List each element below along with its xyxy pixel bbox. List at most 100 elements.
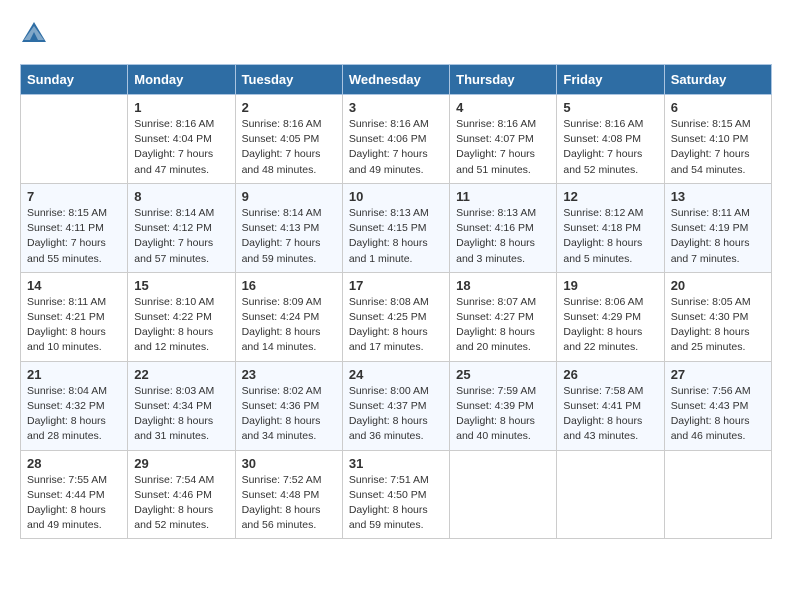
calendar-cell: 20 Sunrise: 8:05 AM Sunset: 4:30 PM Dayli…: [664, 272, 771, 361]
cell-content: Sunrise: 8:12 AM Sunset: 4:18 PM Dayligh…: [563, 206, 657, 267]
day-number: 20: [671, 278, 765, 293]
calendar-cell: 4Sunrise: 8:16 AM Sunset: 4:07 PM Daylig…: [450, 95, 557, 184]
day-header-thursday: Thursday: [450, 65, 557, 95]
day-number: 12: [563, 189, 657, 204]
cell-content: Sunrise: 7:52 AM Sunset: 4:48 PM Dayligh…: [242, 473, 336, 534]
cell-content: Sunrise: 8:14 AM Sunset: 4:13 PM Dayligh…: [242, 206, 336, 267]
day-number: 10: [349, 189, 443, 204]
day-number: 31: [349, 456, 443, 471]
calendar-cell: 28 Sunrise: 7:55 AM Sunset: 4:44 PM Dayli…: [21, 450, 128, 539]
cell-content: Sunrise: 8:16 AM Sunset: 4:06 PM Dayligh…: [349, 117, 443, 178]
cell-content: Sunrise: 8:05 AM Sunset: 4:30 PM Dayligh…: [671, 295, 765, 356]
cell-content: Sunrise: 7:51 AM Sunset: 4:50 PM Dayligh…: [349, 473, 443, 534]
day-header-sunday: Sunday: [21, 65, 128, 95]
cell-content: Sunrise: 8:16 AM Sunset: 4:08 PM Dayligh…: [563, 117, 657, 178]
calendar-cell: 17Sunrise: 8:08 AM Sunset: 4:25 PM Dayli…: [342, 272, 449, 361]
cell-content: Sunrise: 8:04 AM Sunset: 4:32 PM Dayligh…: [27, 384, 121, 445]
cell-content: Sunrise: 8:16 AM Sunset: 4:04 PM Dayligh…: [134, 117, 228, 178]
calendar-cell: 7 Sunrise: 8:15 AM Sunset: 4:11 PM Daylig…: [21, 183, 128, 272]
day-number: 24: [349, 367, 443, 382]
cell-content: Sunrise: 8:13 AM Sunset: 4:16 PM Dayligh…: [456, 206, 550, 267]
day-header-tuesday: Tuesday: [235, 65, 342, 95]
day-number: 13: [671, 189, 765, 204]
cell-content: Sunrise: 7:59 AM Sunset: 4:39 PM Dayligh…: [456, 384, 550, 445]
calendar-cell: 19 Sunrise: 8:06 AM Sunset: 4:29 PM Dayli…: [557, 272, 664, 361]
calendar-cell: 30 Sunrise: 7:52 AM Sunset: 4:48 PM Dayli…: [235, 450, 342, 539]
calendar-week-row: 1 Sunrise: 8:16 AM Sunset: 4:04 PM Daylig…: [21, 95, 772, 184]
calendar-cell: 31 Sunrise: 7:51 AM Sunset: 4:50 PM Dayli…: [342, 450, 449, 539]
day-number: 27: [671, 367, 765, 382]
day-number: 2: [242, 100, 336, 115]
cell-content: Sunrise: 7:56 AM Sunset: 4:43 PM Dayligh…: [671, 384, 765, 445]
day-number: 26: [563, 367, 657, 382]
calendar-cell: 2Sunrise: 8:16 AM Sunset: 4:05 PM Daylig…: [235, 95, 342, 184]
calendar-cell: [450, 450, 557, 539]
calendar-cell: 16 Sunrise: 8:09 AM Sunset: 4:24 PM Dayli…: [235, 272, 342, 361]
day-header-friday: Friday: [557, 65, 664, 95]
calendar-cell: 8Sunrise: 8:14 AM Sunset: 4:12 PM Daylig…: [128, 183, 235, 272]
day-number: 21: [27, 367, 121, 382]
calendar-cell: 13 Sunrise: 8:11 AM Sunset: 4:19 PM Dayli…: [664, 183, 771, 272]
cell-content: Sunrise: 8:15 AM Sunset: 4:11 PM Dayligh…: [27, 206, 121, 267]
calendar-cell: 10 Sunrise: 8:13 AM Sunset: 4:15 PM Dayli…: [342, 183, 449, 272]
cell-content: Sunrise: 8:07 AM Sunset: 4:27 PM Dayligh…: [456, 295, 550, 356]
day-number: 30: [242, 456, 336, 471]
calendar-cell: 15 Sunrise: 8:10 AM Sunset: 4:22 PM Dayli…: [128, 272, 235, 361]
calendar-cell: [557, 450, 664, 539]
day-number: 4: [456, 100, 550, 115]
calendar-cell: 26 Sunrise: 7:58 AM Sunset: 4:41 PM Dayli…: [557, 361, 664, 450]
day-number: 25: [456, 367, 550, 382]
calendar-cell: 12 Sunrise: 8:12 AM Sunset: 4:18 PM Dayli…: [557, 183, 664, 272]
calendar-cell: 18 Sunrise: 8:07 AM Sunset: 4:27 PM Dayli…: [450, 272, 557, 361]
day-number: 3: [349, 100, 443, 115]
cell-content: Sunrise: 8:14 AM Sunset: 4:12 PM Dayligh…: [134, 206, 228, 267]
day-number: 7: [27, 189, 121, 204]
day-number: 19: [563, 278, 657, 293]
day-number: 6: [671, 100, 765, 115]
calendar-cell: 21 Sunrise: 8:04 AM Sunset: 4:32 PM Dayli…: [21, 361, 128, 450]
calendar-cell: 9Sunrise: 8:14 AM Sunset: 4:13 PM Daylig…: [235, 183, 342, 272]
cell-content: Sunrise: 7:58 AM Sunset: 4:41 PM Dayligh…: [563, 384, 657, 445]
day-number: 1: [134, 100, 228, 115]
calendar-header-row: SundayMondayTuesdayWednesdayThursdayFrid…: [21, 65, 772, 95]
cell-content: Sunrise: 8:06 AM Sunset: 4:29 PM Dayligh…: [563, 295, 657, 356]
calendar-cell: 5Sunrise: 8:16 AM Sunset: 4:08 PM Daylig…: [557, 95, 664, 184]
calendar-week-row: 28 Sunrise: 7:55 AM Sunset: 4:44 PM Dayli…: [21, 450, 772, 539]
calendar-week-row: 21 Sunrise: 8:04 AM Sunset: 4:32 PM Dayli…: [21, 361, 772, 450]
day-number: 22: [134, 367, 228, 382]
logo-icon: [20, 20, 48, 48]
cell-content: Sunrise: 8:11 AM Sunset: 4:21 PM Dayligh…: [27, 295, 121, 356]
calendar-cell: 6 Sunrise: 8:15 AM Sunset: 4:10 PM Daylig…: [664, 95, 771, 184]
day-number: 28: [27, 456, 121, 471]
day-number: 15: [134, 278, 228, 293]
day-number: 16: [242, 278, 336, 293]
calendar-week-row: 14Sunrise: 8:11 AM Sunset: 4:21 PM Dayli…: [21, 272, 772, 361]
calendar-cell: 25 Sunrise: 7:59 AM Sunset: 4:39 PM Dayli…: [450, 361, 557, 450]
day-header-saturday: Saturday: [664, 65, 771, 95]
cell-content: Sunrise: 8:13 AM Sunset: 4:15 PM Dayligh…: [349, 206, 443, 267]
day-number: 17: [349, 278, 443, 293]
calendar-cell: 29 Sunrise: 7:54 AM Sunset: 4:46 PM Dayli…: [128, 450, 235, 539]
logo: [20, 20, 54, 48]
calendar-cell: 14Sunrise: 8:11 AM Sunset: 4:21 PM Dayli…: [21, 272, 128, 361]
header: [20, 20, 772, 48]
calendar-cell: 24 Sunrise: 8:00 AM Sunset: 4:37 PM Dayli…: [342, 361, 449, 450]
day-number: 29: [134, 456, 228, 471]
cell-content: Sunrise: 7:55 AM Sunset: 4:44 PM Dayligh…: [27, 473, 121, 534]
calendar-cell: 3 Sunrise: 8:16 AM Sunset: 4:06 PM Daylig…: [342, 95, 449, 184]
day-header-wednesday: Wednesday: [342, 65, 449, 95]
calendar-cell: 1 Sunrise: 8:16 AM Sunset: 4:04 PM Daylig…: [128, 95, 235, 184]
calendar-cell: 11 Sunrise: 8:13 AM Sunset: 4:16 PM Dayli…: [450, 183, 557, 272]
calendar-cell: [21, 95, 128, 184]
cell-content: Sunrise: 8:11 AM Sunset: 4:19 PM Dayligh…: [671, 206, 765, 267]
day-number: 18: [456, 278, 550, 293]
day-number: 11: [456, 189, 550, 204]
cell-content: Sunrise: 8:10 AM Sunset: 4:22 PM Dayligh…: [134, 295, 228, 356]
calendar-cell: 23Sunrise: 8:02 AM Sunset: 4:36 PM Dayli…: [235, 361, 342, 450]
cell-content: Sunrise: 8:09 AM Sunset: 4:24 PM Dayligh…: [242, 295, 336, 356]
cell-content: Sunrise: 8:15 AM Sunset: 4:10 PM Dayligh…: [671, 117, 765, 178]
cell-content: Sunrise: 8:00 AM Sunset: 4:37 PM Dayligh…: [349, 384, 443, 445]
cell-content: Sunrise: 7:54 AM Sunset: 4:46 PM Dayligh…: [134, 473, 228, 534]
calendar-week-row: 7 Sunrise: 8:15 AM Sunset: 4:11 PM Daylig…: [21, 183, 772, 272]
calendar-cell: [664, 450, 771, 539]
